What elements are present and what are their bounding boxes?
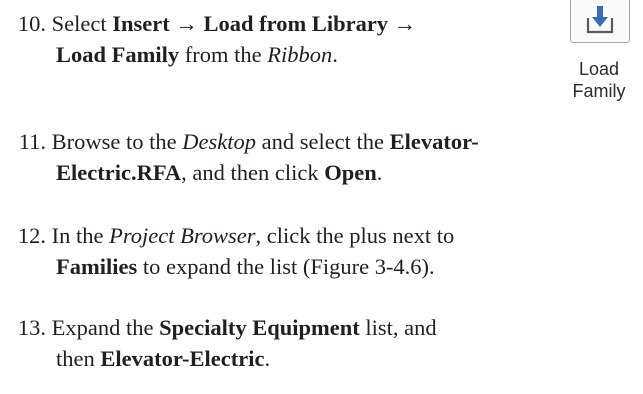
tool-icon-frame: [570, 0, 630, 43]
step-continuation: Families to expand the list (Figure 3-4.…: [56, 254, 435, 279]
command-name: Open: [324, 160, 377, 185]
step-12: 12. In the Project Browser, click the pl…: [0, 220, 454, 282]
step-number: 10.: [17, 11, 46, 36]
step-continuation: Electric.RFA, and then click Open.: [56, 160, 383, 185]
step-10: 10. Select Insert → Load from Library → …: [0, 8, 416, 70]
step-continuation: Load Family from the Ribbon.: [56, 42, 338, 67]
step-13: 13. Expand the Specialty Equipment list,…: [0, 312, 437, 374]
step-number: 11.: [18, 129, 46, 154]
load-family-icon: [586, 6, 614, 34]
step-number: 12.: [17, 223, 46, 248]
ui-term: Ribbon: [267, 42, 333, 67]
step-11: 11. Browse to the Desktop and select the…: [0, 126, 479, 188]
step-continuation: then Elevator-Electric.: [56, 346, 271, 371]
tool-label-line2: Family: [572, 81, 626, 101]
file-name-part2: Electric.RFA: [56, 160, 182, 185]
location-term: Desktop: [182, 129, 256, 154]
load-family-tool: Load Family: [563, 0, 635, 120]
step-number: 13.: [17, 315, 46, 340]
step-text: Select: [51, 11, 113, 36]
category-name: Specialty Equipment: [159, 315, 360, 340]
menu-path: Insert → Load from Library →: [112, 11, 417, 36]
command-name: Load Family: [56, 42, 180, 67]
file-name-part1: Elevator-: [389, 129, 479, 154]
ui-term: Project Browser: [109, 223, 256, 248]
category-name: Families: [56, 254, 138, 279]
family-name: Elevator-Electric: [100, 346, 265, 371]
tool-label-line1: Load: [578, 59, 620, 79]
